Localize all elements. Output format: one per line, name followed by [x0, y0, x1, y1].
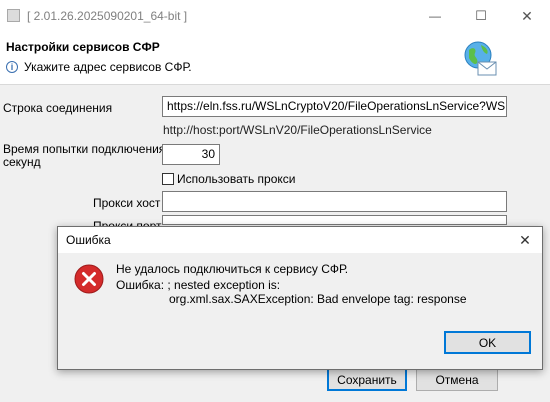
connection-hint: http://host:port/WSLnV20/FileOperationsL…	[163, 123, 432, 137]
error-dialog-title: Ошибка	[66, 233, 111, 247]
globe-mail-icon	[464, 41, 497, 76]
timeout-input[interactable]: 30	[162, 144, 220, 165]
minimize-button[interactable]: —	[412, 0, 458, 32]
proxy-host-input[interactable]	[162, 191, 507, 212]
maximize-button[interactable]: ☐	[458, 0, 504, 32]
error-message-line3: org.xml.sax.SAXException: Bad envelope t…	[169, 292, 467, 306]
error-dialog-titlebar	[58, 227, 542, 253]
save-button[interactable]: Сохранить	[327, 368, 407, 391]
cancel-button[interactable]: Отмена	[416, 368, 498, 391]
info-message: Укажите адрес сервисов СФР.	[24, 60, 192, 74]
info-icon: i	[6, 61, 18, 73]
ok-button[interactable]: OK	[444, 331, 531, 354]
error-dialog: Ошибка ✕ Не удалось подключиться к серви…	[57, 226, 543, 370]
page-title: Настройки сервисов СФР	[6, 40, 160, 54]
connection-string-input[interactable]: https://eln.fss.ru/WSLnCryptoV20/FileOpe…	[162, 96, 507, 117]
error-message-line1: Не удалось подключиться к сервису СФР.	[116, 262, 349, 276]
error-dialog-close-button[interactable]: ✕	[514, 229, 536, 251]
use-proxy-checkbox[interactable]	[162, 173, 174, 185]
use-proxy-label: Использовать прокси	[177, 172, 296, 186]
connection-label: Строка соединения	[3, 101, 113, 115]
timeout-label-line1: Время попытки подключения,	[3, 142, 169, 156]
timeout-label-line2: секунд	[3, 155, 41, 169]
proxy-port-input[interactable]	[162, 215, 507, 225]
close-button[interactable]: ✕	[504, 0, 550, 32]
app-icon	[7, 9, 20, 22]
proxy-host-label: Прокси хост	[93, 196, 161, 210]
error-icon	[74, 264, 104, 294]
error-message-line2: Ошибка: ; nested exception is:	[116, 278, 281, 292]
window-title: [ 2.01.26.2025090201_64-bit ]	[27, 9, 188, 23]
